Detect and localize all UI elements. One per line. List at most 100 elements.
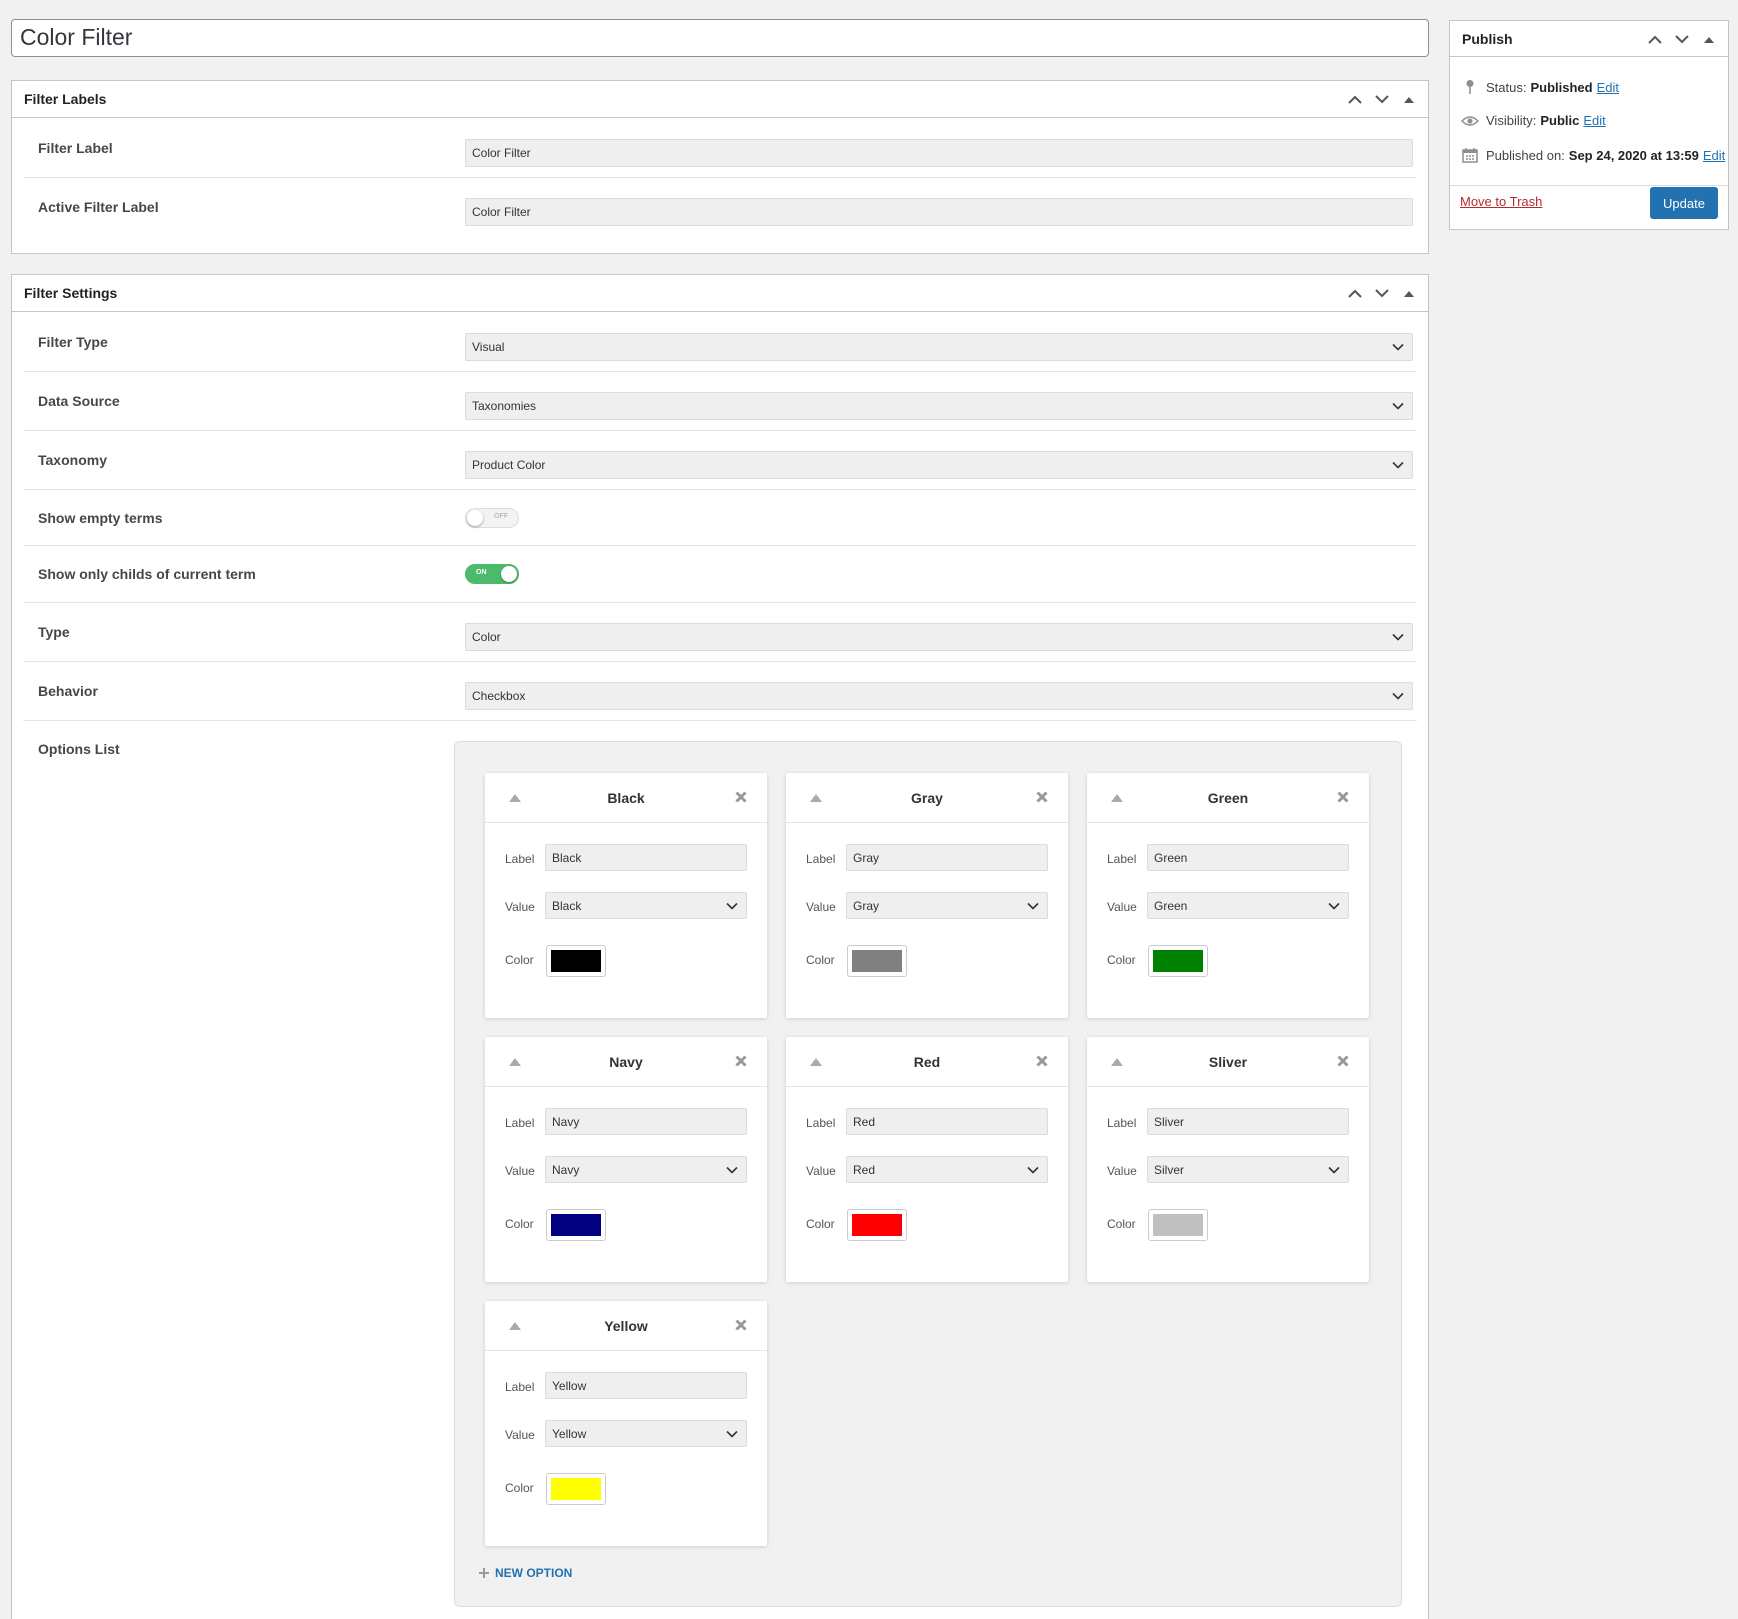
type-select[interactable]: Color	[465, 623, 1413, 651]
update-button[interactable]: Update	[1650, 187, 1718, 219]
move-down-icon[interactable]	[1368, 86, 1395, 113]
option-value-text: Black	[552, 898, 582, 913]
option-label-input[interactable]: Black	[545, 844, 747, 871]
published-on-edit-link[interactable]: Edit	[1703, 148, 1725, 163]
status-row: Status: Published Edit	[1460, 79, 1619, 95]
option-value-select[interactable]: Gray	[846, 892, 1048, 919]
option-color-caption: Color	[806, 953, 835, 967]
type-label: Type	[38, 624, 70, 640]
option-color-swatch	[852, 1214, 902, 1236]
option-value-text: Silver	[1154, 1162, 1185, 1177]
option-card-green: Green Label Green Value Green Color	[1087, 773, 1369, 1018]
filter-label-input[interactable]: Color Filter	[465, 139, 1413, 167]
calendar-icon	[1460, 147, 1480, 163]
option-color-caption: Color	[505, 1481, 534, 1495]
option-color-swatch	[1153, 950, 1203, 972]
chevron-down-icon	[1027, 1166, 1039, 1174]
move-up-icon[interactable]	[1641, 26, 1668, 53]
option-label-input[interactable]: Navy	[545, 1108, 747, 1135]
data-source-row: Data Source Taxonomies	[23, 372, 1417, 431]
option-card-navy: Navy Label Navy Value Navy Color	[485, 1037, 767, 1282]
option-label-input[interactable]: Red	[846, 1108, 1048, 1135]
option-label-input[interactable]: Sliver	[1147, 1108, 1349, 1135]
option-value-select[interactable]: Yellow	[545, 1420, 747, 1447]
publish-actions-divider	[1450, 185, 1728, 186]
move-to-trash-link[interactable]: Move to Trash	[1460, 194, 1542, 209]
taxonomy-select[interactable]: Product Color	[465, 451, 1413, 479]
option-title: Black	[607, 790, 645, 806]
published-on-value: Sep 24, 2020 at 13:59	[1568, 147, 1699, 163]
behavior-row: Behavior Checkbox	[23, 662, 1417, 721]
option-card-sliver: Sliver Label Sliver Value Silver Color	[1087, 1037, 1369, 1282]
new-option-label: NEW OPTION	[495, 1566, 573, 1580]
data-source-value: Taxonomies	[472, 399, 537, 413]
show-only-childs-row: Show only childs of current term ON	[23, 546, 1417, 603]
show-empty-terms-label: Show empty terms	[38, 510, 163, 526]
option-value-caption: Value	[505, 1428, 535, 1442]
published-on-row: Published on: Sep 24, 2020 at 13:59 Edit	[1460, 147, 1725, 163]
filter-settings-title: Filter Settings	[24, 285, 118, 301]
option-value-select[interactable]: Navy	[545, 1156, 747, 1183]
taxonomy-value: Product Color	[472, 458, 546, 472]
chevron-down-icon	[1392, 692, 1404, 700]
show-only-childs-toggle[interactable]: ON	[465, 564, 519, 584]
option-color-swatch	[852, 950, 902, 972]
option-label-input[interactable]: Green	[1147, 844, 1349, 871]
option-label-input[interactable]: Gray	[846, 844, 1048, 871]
toggle-knob	[501, 566, 517, 582]
option-color-picker[interactable]	[847, 1209, 907, 1241]
move-down-icon[interactable]	[1668, 26, 1695, 53]
remove-icon[interactable]	[1036, 1055, 1048, 1067]
new-option-button[interactable]: NEW OPTION	[479, 1566, 572, 1580]
option-value-select[interactable]: Red	[846, 1156, 1048, 1183]
remove-icon[interactable]	[1337, 1055, 1349, 1067]
behavior-select[interactable]: Checkbox	[465, 682, 1413, 710]
collapse-toggle-icon[interactable]	[1395, 86, 1422, 113]
option-color-picker[interactable]	[546, 945, 606, 977]
move-up-icon[interactable]	[1341, 86, 1368, 113]
options-list-label: Options List	[38, 741, 120, 757]
option-color-swatch	[551, 1214, 601, 1236]
visibility-edit-link[interactable]: Edit	[1583, 113, 1605, 128]
remove-icon[interactable]	[1337, 791, 1349, 803]
show-empty-terms-toggle[interactable]: OFF	[465, 508, 519, 528]
chevron-down-icon	[1392, 402, 1404, 410]
active-filter-label-input[interactable]: Color Filter	[465, 198, 1413, 226]
option-header: Sliver	[1087, 1037, 1369, 1087]
remove-icon[interactable]	[735, 791, 747, 803]
collapse-toggle-icon[interactable]	[1395, 280, 1422, 307]
option-title: Red	[913, 1054, 941, 1070]
filter-type-label: Filter Type	[38, 334, 108, 350]
option-color-caption: Color	[505, 1217, 534, 1231]
option-value-select[interactable]: Silver	[1147, 1156, 1349, 1183]
active-filter-label-label: Active Filter Label	[38, 199, 159, 215]
toggle-state-text: OFF	[494, 513, 508, 520]
option-label-input[interactable]: Yellow	[545, 1372, 747, 1399]
option-color-picker[interactable]	[546, 1209, 606, 1241]
option-header: Gray	[786, 773, 1068, 823]
option-color-picker[interactable]	[1148, 1209, 1208, 1241]
option-card-yellow: Yellow Label Yellow Value Yellow Color	[485, 1301, 767, 1546]
option-value-select[interactable]: Green	[1147, 892, 1349, 919]
option-header: Black	[485, 773, 767, 823]
move-up-icon[interactable]	[1341, 280, 1368, 307]
move-down-icon[interactable]	[1368, 280, 1395, 307]
collapse-toggle-icon[interactable]	[1695, 26, 1722, 53]
remove-icon[interactable]	[1036, 791, 1048, 803]
status-edit-link[interactable]: Edit	[1597, 80, 1619, 95]
remove-icon[interactable]	[735, 1319, 747, 1331]
option-title: Navy	[609, 1054, 643, 1070]
filter-labels-header: Filter Labels	[12, 81, 1428, 118]
filter-type-select[interactable]: Visual	[465, 333, 1413, 361]
option-color-picker[interactable]	[546, 1473, 606, 1505]
post-title-input[interactable]: Color Filter	[11, 19, 1429, 57]
chevron-down-icon	[1027, 902, 1039, 910]
option-color-picker[interactable]	[1148, 945, 1208, 977]
option-color-picker[interactable]	[847, 945, 907, 977]
option-value-text: Yellow	[552, 1426, 587, 1441]
data-source-select[interactable]: Taxonomies	[465, 392, 1413, 420]
option-card-red: Red Label Red Value Red Color	[786, 1037, 1068, 1282]
filter-type-value: Visual	[472, 340, 505, 354]
remove-icon[interactable]	[735, 1055, 747, 1067]
option-value-select[interactable]: Black	[545, 892, 747, 919]
